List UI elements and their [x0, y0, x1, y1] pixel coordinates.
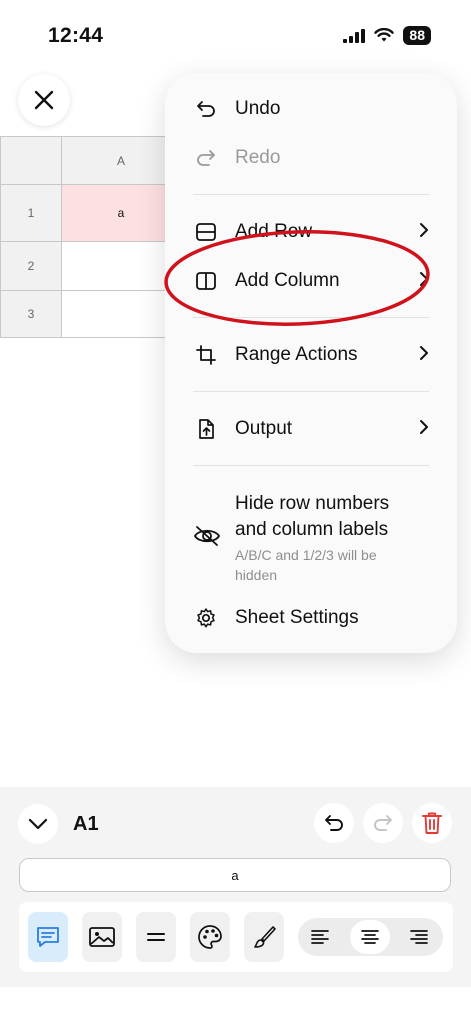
gear-icon [193, 605, 219, 631]
brush-icon [254, 926, 276, 948]
alignment-group [298, 918, 443, 956]
menu-item-hide-labels[interactable]: Hide row numbers and column labels A/B/C… [165, 489, 457, 585]
cell-reference: A1 [73, 813, 99, 835]
image-icon [89, 927, 115, 947]
signal-icon [343, 28, 366, 43]
menu-item-sheet-settings[interactable]: Sheet Settings [165, 596, 457, 640]
palette-icon [198, 925, 222, 949]
status-icons: 88 [343, 26, 431, 45]
align-right-icon [410, 930, 428, 944]
align-center-icon [361, 930, 379, 944]
menu-label-sheet-settings: Sheet Settings [235, 607, 359, 628]
corner-cell[interactable] [0, 136, 62, 185]
eye-slash-icon [193, 525, 221, 552]
chevron-down-icon [28, 818, 48, 830]
battery-icon: 88 [403, 26, 431, 45]
format-toolbar [19, 902, 453, 972]
undo-icon [325, 815, 343, 831]
chevron-right-icon [419, 345, 429, 366]
align-left-icon [311, 930, 329, 944]
menu-sublabel-hide-labels: A/B/C and 1/2/3 will be hidden [235, 547, 377, 583]
comment-button[interactable] [28, 912, 68, 962]
collapse-button[interactable] [18, 804, 58, 844]
formula-button[interactable] [136, 912, 176, 962]
column-header-a[interactable]: A [61, 136, 181, 185]
undo-button[interactable] [314, 803, 354, 843]
menu-divider [193, 391, 429, 392]
align-left-button[interactable] [300, 920, 340, 954]
context-menu: Undo Redo Add Row Add Column Range Actio… [165, 73, 457, 653]
menu-item-undo[interactable]: Undo [165, 87, 457, 131]
menu-divider [193, 465, 429, 466]
menu-item-redo[interactable]: Redo [165, 136, 457, 180]
status-time: 12:44 [48, 24, 104, 47]
menu-label-redo: Redo [235, 147, 281, 168]
menu-item-range-actions[interactable]: Range Actions [165, 333, 457, 377]
align-center-button[interactable] [350, 920, 390, 954]
row-header-1[interactable]: 1 [0, 184, 62, 242]
equals-icon [147, 933, 165, 941]
menu-divider [193, 194, 429, 195]
close-button[interactable] [18, 74, 70, 126]
brush-button[interactable] [244, 912, 284, 962]
menu-item-output[interactable]: Output [165, 407, 457, 451]
redo-button[interactable] [363, 803, 403, 843]
row-header-3[interactable]: 3 [0, 290, 62, 338]
close-icon [34, 90, 54, 110]
crop-icon [193, 342, 219, 368]
redo-icon [374, 815, 392, 831]
menu-label-range-actions: Range Actions [235, 344, 358, 365]
row-header-2[interactable]: 2 [0, 241, 62, 291]
delete-button[interactable] [412, 803, 452, 843]
align-right-button[interactable] [399, 920, 439, 954]
menu-label-hide-labels: Hide row numbers and column labels [235, 493, 390, 540]
trash-icon [422, 812, 442, 834]
export-file-icon [193, 416, 219, 442]
formula-input[interactable]: a [19, 858, 451, 892]
color-palette-button[interactable] [190, 912, 230, 962]
comment-icon [37, 927, 59, 947]
chevron-right-icon [419, 419, 429, 440]
wifi-icon [374, 28, 395, 42]
menu-label-undo: Undo [235, 98, 281, 119]
redo-icon [193, 145, 219, 171]
menu-label-output: Output [235, 418, 293, 439]
annotation-ellipse [164, 230, 430, 326]
image-button[interactable] [82, 912, 122, 962]
undo-icon [193, 96, 219, 122]
